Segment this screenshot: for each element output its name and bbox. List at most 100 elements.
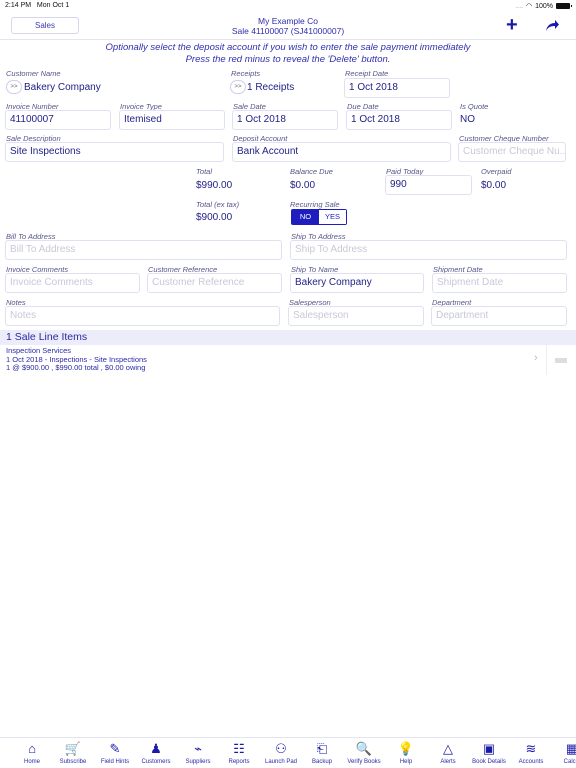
tab-verify-books[interactable]: 🔍 Verify Books — [344, 740, 384, 766]
customers-icon: ♟ — [150, 741, 162, 756]
overpaid-value: $0.00 — [481, 180, 507, 191]
tab-label: Home — [23, 759, 40, 765]
company-name: My Example Co — [258, 16, 318, 26]
tab-suppliers[interactable]: ⌁ Suppliers — [178, 740, 218, 766]
sale-date-field[interactable]: 1 Oct 2018 — [232, 110, 338, 130]
accounts-icon: ≋ — [525, 741, 537, 756]
paid-today-field[interactable]: 990 — [385, 175, 472, 195]
invoice-number-field[interactable]: 41100007 — [5, 110, 111, 130]
recurring-yes-option[interactable]: YES — [319, 210, 346, 224]
invoice-comments-field[interactable]: Invoice Comments — [5, 273, 140, 293]
tab-label: Customers — [141, 759, 171, 765]
deposit-account-field[interactable]: Bank Account — [232, 142, 451, 162]
customer-reference-field[interactable]: Customer Reference — [147, 273, 282, 293]
receipts-label: Receipts — [231, 69, 261, 78]
battery-percent: 100% — [535, 2, 553, 10]
tab-backup[interactable]: ⎗ Backup — [302, 740, 342, 766]
calculator-icon: ▦ — [565, 741, 576, 756]
list-item[interactable]: Inspection Services 1 Oct 2018 - Inspect… — [0, 345, 576, 375]
customer-name-value[interactable]: Bakery Company — [24, 82, 101, 93]
line-item-amounts: 1 @ $900.00 , $990.00 total , $0.00 owin… — [6, 363, 146, 372]
total-label: Total — [196, 167, 212, 176]
total-value: $990.00 — [196, 180, 233, 191]
cart-icon: 🛒 — [64, 741, 82, 756]
status-bar: 2:14 PM Mon Oct 1 .... ◠ 100% — [0, 0, 576, 12]
balance-due-label: Balance Due — [290, 167, 333, 176]
alert-triangle-icon: △ — [443, 741, 453, 756]
receipt-date-field[interactable]: 1 Oct 2018 — [344, 78, 450, 98]
tab-label: Book Details — [472, 759, 506, 765]
invoice-type-field[interactable]: Itemised — [119, 110, 225, 130]
chevron-right-icon: › — [534, 352, 538, 364]
tab-calculator[interactable]: ▦ Calcul — [552, 740, 576, 766]
sale-subtitle: Sale 41100007 (SJ41000007) — [231, 26, 345, 36]
recurring-no-option[interactable]: NO — [292, 210, 319, 224]
verify-books-icon: 🔍 — [355, 741, 373, 756]
line-item-divider — [546, 345, 547, 375]
tab-field-hints[interactable]: ✎ Field Hints — [95, 740, 135, 766]
signal-icon: .... — [515, 2, 523, 10]
ship-to-name-field[interactable]: Bakery Company — [290, 273, 424, 293]
tab-label: Accounts — [518, 759, 544, 765]
tab-label: Launch Pad — [264, 759, 298, 765]
line-item-text: Inspection Services 1 Oct 2018 - Inspect… — [6, 346, 147, 373]
shipment-date-field[interactable]: Shipment Date — [432, 273, 567, 293]
tab-label: Field Hints — [100, 759, 130, 765]
receipts-value[interactable]: 1 Receipts — [247, 82, 294, 93]
tab-label: Verify Books — [347, 759, 381, 765]
backup-icon: ⎗ — [316, 741, 328, 756]
launch-pad-icon: ⚇ — [275, 741, 287, 756]
recurring-sale-label: Recurring Sale — [290, 200, 340, 209]
overpaid-label: Overpaid — [481, 167, 512, 176]
customer-name-label: Customer Name — [6, 69, 61, 78]
tab-reports[interactable]: ☷ Reports — [219, 740, 259, 766]
plus-icon[interactable]: + — [506, 15, 518, 35]
tab-book-details[interactable]: ▣ Book Details — [469, 740, 509, 766]
book-details-icon: ▣ — [482, 741, 496, 756]
customer-chevron-button[interactable]: >> — [6, 80, 22, 94]
tab-label: Alerts — [440, 759, 456, 765]
hint-line-1: Optionally select the deposit account if… — [105, 42, 471, 53]
recurring-sale-toggle[interactable]: NO YES — [291, 209, 347, 225]
total-ex-tax-value: $900.00 — [196, 212, 233, 223]
tab-alerts[interactable]: △ Alerts — [428, 740, 468, 766]
hint-text: Optionally select the deposit account if… — [0, 42, 576, 65]
battery-icon — [556, 3, 572, 9]
line-items-header: 1 Sale Line Items — [0, 330, 576, 345]
field-hints-icon: ✎ — [109, 741, 121, 756]
sales-back-button[interactable]: Sales — [11, 17, 79, 34]
notes-field[interactable]: Notes — [5, 306, 280, 326]
ship-to-address-field[interactable]: Ship To Address — [290, 240, 567, 260]
receipts-chevron-button[interactable]: >> — [230, 80, 246, 94]
tab-label: Backup — [311, 759, 332, 765]
status-time: 2:14 PM Mon Oct 1 — [5, 2, 70, 9]
suppliers-icon: ⌁ — [194, 741, 202, 756]
lightbulb-icon: 💡 — [397, 741, 415, 756]
share-arrow-icon[interactable] — [544, 17, 560, 33]
tab-label: Suppliers — [185, 759, 211, 765]
tab-home[interactable]: ⌂ Home — [12, 740, 52, 766]
bill-to-address-field[interactable]: Bill To Address — [5, 240, 282, 260]
department-field[interactable]: Department — [431, 306, 567, 326]
navigation-bar: Sales My Example Co Sale 41100007 (SJ410… — [0, 12, 576, 40]
is-quote-label: Is Quote — [460, 102, 489, 111]
total-ex-tax-label: Total (ex tax) — [196, 200, 240, 209]
tab-launch-pad[interactable]: ⚇ Launch Pad — [261, 740, 301, 766]
is-quote-value[interactable]: NO — [460, 114, 475, 125]
reorder-handle-icon[interactable] — [555, 358, 567, 363]
tab-customers[interactable]: ♟ Customers — [136, 740, 176, 766]
salesperson-field[interactable]: Salesperson — [288, 306, 424, 326]
hint-line-2: Press the red minus to reveal the 'Delet… — [185, 53, 391, 65]
tab-accounts[interactable]: ≋ Accounts — [511, 740, 551, 766]
receipt-date-label: Receipt Date — [345, 69, 389, 78]
tab-help[interactable]: 💡 Help — [386, 740, 426, 766]
reports-icon: ☷ — [233, 741, 245, 756]
sale-description-field[interactable]: Site Inspections — [5, 142, 224, 162]
due-date-field[interactable]: 1 Oct 2018 — [346, 110, 452, 130]
customer-cheque-number-field[interactable]: Customer Cheque Nu... — [458, 142, 566, 162]
balance-due-value: $0.00 — [290, 180, 316, 191]
page-title: My Example Co Sale 41100007 (SJ41000007) — [180, 16, 396, 36]
tab-label: Reports — [228, 759, 250, 765]
tab-subscribe[interactable]: 🛒 Subscribe — [53, 740, 93, 766]
tab-label: Subscribe — [59, 759, 87, 765]
